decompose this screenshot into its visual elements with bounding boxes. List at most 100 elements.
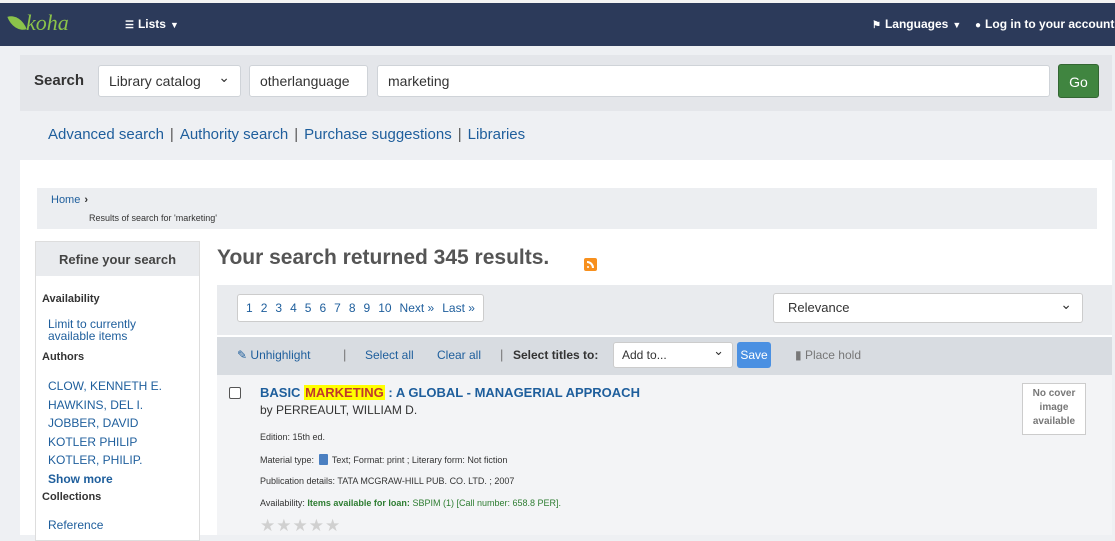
pagination: 1 2 3 4 5 6 7 8 9 10 Next » Last » [237, 294, 484, 322]
collections-heading: Collections [42, 491, 102, 503]
pencil-icon: ✎ [237, 348, 248, 362]
logo-text: koha [26, 10, 69, 35]
breadcrumb-home: Home › [51, 194, 88, 206]
separator: | [343, 347, 347, 362]
separator: | [169, 126, 174, 143]
result-record: BASIC MARKETING : A GLOBAL - MANAGERIAL … [217, 375, 1112, 535]
leaf-icon [7, 12, 27, 34]
page-link[interactable]: 8 [345, 301, 360, 315]
author-facet-link[interactable]: CLOW, KENNETH E. [48, 380, 162, 392]
separator: | [294, 126, 299, 143]
breadcrumb: Home › Results of search for 'marketing' [37, 188, 1097, 229]
page-link[interactable]: 10 [374, 301, 395, 315]
advanced-search-link[interactable]: Advanced search [48, 126, 164, 143]
purchase-suggestions-link[interactable]: Purchase suggestions [304, 126, 452, 143]
search-scope-select[interactable]: Library catalog [98, 62, 241, 97]
author-facet-link[interactable]: KOTLER, PHILIP. [48, 454, 142, 466]
page-link[interactable]: 4 [286, 301, 301, 315]
place-hold-button[interactable]: ▮ Place hold [795, 348, 861, 362]
authors-heading: Authors [42, 351, 85, 363]
add-to-value: Add to... [622, 348, 667, 362]
availability-label: Availability: [260, 498, 305, 508]
availability-heading: Availability [42, 293, 100, 305]
record-material-type: Material type: Text; Format: print ; Lit… [260, 454, 507, 465]
separator: | [500, 347, 504, 362]
chevron-right-icon: › [84, 194, 89, 206]
material-details: Text; Format: print ; Literary form: Not… [331, 455, 508, 465]
place-hold-label: Place hold [804, 348, 861, 362]
author-facet-link[interactable]: JOBBER, DAVID [48, 417, 138, 429]
login-link[interactable]: ● Log in to your account [975, 17, 1114, 31]
unhighlight-label: Unhighlight [250, 348, 311, 362]
page-link[interactable]: 6 [315, 301, 330, 315]
search-scope-value: Library catalog [109, 73, 201, 89]
sort-value: Relevance [788, 300, 850, 315]
no-cover-line: image [1039, 402, 1069, 413]
collection-facet-link[interactable]: Reference [48, 519, 103, 531]
page-link[interactable]: 9 [360, 301, 375, 315]
no-cover-line: No cover [1032, 388, 1076, 399]
last-page-link[interactable]: Last » [438, 301, 479, 315]
list-icon: ☰ [125, 20, 134, 31]
search-bar: Search Library catalog otherlanguage mar… [20, 55, 1112, 111]
search-label: Search [34, 72, 85, 89]
top-navbar: koha ☰ Lists ▼ ⚑ Languages ▼ ● Log in to your… [0, 0, 1115, 46]
caret-down-icon: ▼ [952, 20, 962, 30]
top-rule [0, 0, 1115, 3]
select-all-link[interactable]: Select all [365, 348, 414, 362]
clear-all-link[interactable]: Clear all [437, 348, 481, 362]
lists-menu[interactable]: ☰ Lists ▼ [125, 17, 179, 31]
title-part: : A GLOBAL - MANAGERIAL APPROACH [384, 385, 640, 400]
author-facet-link[interactable]: KOTLER PHILIP [48, 436, 137, 448]
languages-label: Languages [884, 17, 949, 31]
home-link[interactable]: Home [51, 194, 80, 206]
no-cover-placeholder: No cover image available [1022, 383, 1086, 435]
star-rating[interactable]: ★★★★★ [260, 516, 341, 536]
authority-search-link[interactable]: Authority search [180, 126, 288, 143]
lists-label: Lists [137, 17, 166, 31]
bookmark-icon: ▮ [795, 348, 802, 362]
search-query-value: marketing [388, 73, 450, 89]
author-facet-link[interactable]: HAWKINS, DEL I. [48, 399, 143, 411]
flag-icon: ⚑ [872, 20, 881, 31]
show-more-link[interactable]: Show more [48, 473, 113, 485]
availability-status: Items available for loan: [307, 498, 410, 508]
record-publication: Publication details: TATA MCGRAW-HILL PU… [260, 476, 515, 486]
record-availability: Availability: Items available for loan: … [260, 498, 561, 508]
search-filter-field[interactable]: otherlanguage [249, 65, 368, 97]
page-link[interactable]: 2 [257, 301, 272, 315]
title-part: BASIC [260, 385, 305, 400]
login-label: Log in to your account [985, 17, 1115, 31]
refine-sidebar: Refine your search Availability Limit to… [35, 241, 200, 541]
next-page-link[interactable]: Next » [396, 301, 439, 315]
page-link[interactable]: 7 [330, 301, 345, 315]
libraries-link[interactable]: Libraries [468, 126, 526, 143]
page-link[interactable]: 3 [271, 301, 286, 315]
page-link[interactable]: 1 [242, 301, 257, 315]
breadcrumb-current: Results of search for 'marketing' [89, 213, 217, 223]
unhighlight-button[interactable]: ✎ Unhighlight [237, 348, 310, 362]
limit-available-link[interactable]: Limit to currently available items [48, 318, 136, 342]
results-summary: Your search returned 345 results. [217, 246, 550, 269]
koha-logo[interactable]: koha [7, 10, 69, 36]
record-edition: Edition: 15th ed. [260, 432, 326, 442]
record-author: by PERREAULT, WILLIAM D. [260, 403, 418, 417]
add-to-select[interactable]: Add to... [613, 339, 733, 368]
text-document-icon [318, 454, 328, 465]
quick-links: Advanced search | Authority search | Purchas… [48, 126, 525, 143]
record-title-link[interactable]: BASIC MARKETING : A GLOBAL - MANAGERIAL … [260, 385, 640, 400]
sort-select[interactable]: Relevance [773, 290, 1083, 323]
save-button[interactable]: Save [737, 342, 771, 368]
go-button[interactable]: Go [1058, 64, 1099, 98]
record-checkbox[interactable] [229, 387, 241, 399]
rss-icon[interactable] [584, 258, 597, 271]
caret-down-icon: ▼ [169, 20, 179, 30]
selection-toolbar: ✎ Unhighlight | Select all Clear all | S… [217, 337, 1112, 375]
search-input[interactable]: marketing [377, 65, 1050, 97]
page-link[interactable]: 5 [301, 301, 316, 315]
limit-available-line-2: available items [48, 329, 128, 343]
refine-title: Refine your search [36, 242, 199, 276]
languages-menu[interactable]: ⚑ Languages ▼ [872, 17, 961, 31]
no-cover-line: available [1032, 416, 1076, 427]
pagination-bar: 1 2 3 4 5 6 7 8 9 10 Next » Last » Relev… [217, 285, 1112, 335]
